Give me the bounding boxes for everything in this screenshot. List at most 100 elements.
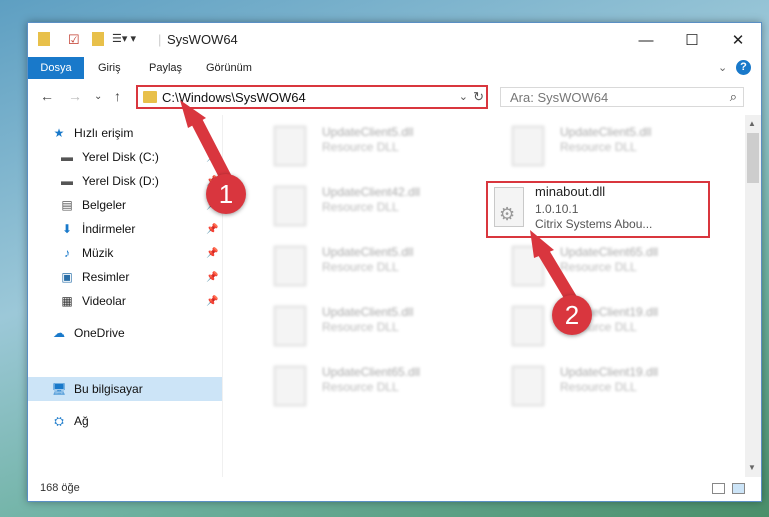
file-description: Resource DLL: [560, 140, 637, 154]
sidebar-item-label: Ağ: [74, 414, 89, 428]
ribbon-tabs: Dosya Giriş Paylaş Görünüm ⌄ ?: [28, 57, 761, 79]
file-description: Resource DLL: [322, 320, 399, 334]
list-item[interactable]: UpdateClient19.dll Resource DLL: [486, 301, 712, 353]
drive-icon: ▬: [61, 174, 73, 188]
list-item[interactable]: UpdateClient5.dll Resource DLL: [248, 301, 474, 353]
forward-arrow-icon[interactable]: →: [68, 88, 82, 104]
pin-icon[interactable]: 📌: [206, 248, 218, 259]
music-icon: ♪: [64, 246, 70, 260]
ribbon-expand-icon[interactable]: ⌄: [708, 57, 737, 79]
search-input[interactable]: Ara: SysWOW64 ⌕: [500, 87, 744, 107]
dll-file-icon: [512, 126, 544, 166]
navigation-pane: ★ Hızlı erişim ▬ Yerel Disk (C:) 📌 ▬ Yer…: [28, 115, 222, 477]
dll-file-icon: [512, 246, 544, 286]
sidebar-item-documents[interactable]: ▤ Belgeler 📌: [28, 193, 222, 217]
file-name: UpdateClient5.dll: [560, 125, 652, 139]
title-bar: ☑ ☰▾ ▾ | SysWOW64 — ☐ ✕: [28, 23, 761, 57]
vertical-scrollbar[interactable]: ▲ ▼: [745, 115, 761, 477]
callout-badge-1: 1: [206, 174, 246, 214]
file-name: UpdateClient65.dll: [322, 365, 421, 379]
dll-file-icon: [274, 186, 306, 226]
sidebar-item-label: Resimler: [82, 270, 130, 284]
back-arrow-icon[interactable]: ←: [40, 88, 54, 104]
sidebar-item-label: Yerel Disk (D:): [82, 174, 159, 188]
new-folder-icon[interactable]: [92, 32, 104, 49]
file-description: Resource DLL: [322, 140, 399, 154]
callout-badge-2: 2: [552, 295, 592, 335]
sidebar-item-pictures[interactable]: ▣ Resimler 📌: [28, 265, 222, 289]
window-title: SysWOW64: [167, 32, 238, 47]
pin-icon[interactable]: 📌: [206, 224, 218, 235]
sidebar-item-disk-d[interactable]: ▬ Yerel Disk (D:) 📌: [28, 169, 222, 193]
customize-toolbar-icon[interactable]: ☰▾ ▾: [112, 32, 136, 45]
sidebar-item-this-pc[interactable]: 🖥 Bu bilgisayar: [28, 377, 222, 401]
tiles-view-icon[interactable]: [732, 483, 745, 494]
address-path: C:\Windows\SysWOW64: [162, 90, 306, 105]
file-description: Resource DLL: [322, 260, 399, 274]
search-icon[interactable]: ⌕: [730, 89, 737, 105]
tab-view[interactable]: Görünüm: [196, 57, 262, 79]
pin-icon[interactable]: 📌: [206, 272, 218, 283]
sidebar-item-label: Hızlı erişim: [74, 126, 134, 140]
maximize-button[interactable]: ☐: [669, 23, 715, 57]
properties-icon[interactable]: ☑: [68, 32, 80, 48]
list-item[interactable]: UpdateClient19.dll Resource DLL: [486, 361, 712, 413]
list-item[interactable]: UpdateClient5.dll Resource DLL: [486, 121, 712, 173]
details-view-icon[interactable]: [712, 483, 725, 494]
sidebar-item-label: OneDrive: [74, 326, 125, 340]
tab-file[interactable]: Dosya: [28, 57, 84, 79]
file-explorer-window: ☑ ☰▾ ▾ | SysWOW64 — ☐ ✕ Dosya Giriş Payl…: [27, 22, 762, 502]
help-button[interactable]: ?: [736, 60, 751, 75]
recent-locations-icon[interactable]: ⌄: [94, 91, 102, 102]
file-name: UpdateClient5.dll: [322, 245, 414, 259]
sidebar-item-downloads[interactable]: ⬇ İndirmeler 📌: [28, 217, 222, 241]
pin-icon[interactable]: 📌: [206, 296, 218, 307]
list-item[interactable]: UpdateClient5.dll Resource DLL: [248, 121, 474, 173]
list-item[interactable]: UpdateClient65.dll Resource DLL: [486, 241, 712, 293]
list-item[interactable]: UpdateClient65.dll Resource DLL: [248, 361, 474, 413]
navigation-bar: ← → ⌄ ↑ C:\Windows\SysWOW64 ⌄ ↻ Ara: Sys…: [28, 79, 761, 116]
sidebar-item-label: Videolar: [82, 294, 126, 308]
cloud-icon: ☁: [53, 326, 65, 340]
sidebar-item-music[interactable]: ♪ Müzik 📌: [28, 241, 222, 265]
sidebar-item-onedrive[interactable]: ☁ OneDrive: [28, 321, 222, 345]
sidebar-item-videos[interactable]: ▦ Videolar 📌: [28, 289, 222, 313]
gear-icon: ⚙: [499, 204, 516, 224]
search-placeholder: Ara: SysWOW64: [510, 90, 609, 105]
scroll-thumb[interactable]: [747, 133, 759, 183]
dll-file-icon: [274, 306, 306, 346]
pin-icon[interactable]: 📌: [206, 152, 218, 163]
file-description: Resource DLL: [322, 200, 399, 214]
computer-icon: 🖥: [51, 382, 67, 396]
tab-share[interactable]: Paylaş: [139, 57, 192, 79]
list-item[interactable]: UpdateClient5.dll Resource DLL: [248, 241, 474, 293]
file-name: UpdateClient5.dll: [322, 305, 414, 319]
file-description: Citrix Systems Abou...: [535, 217, 653, 231]
scroll-down-icon[interactable]: ▼: [748, 463, 756, 472]
video-icon: ▦: [61, 294, 73, 308]
minimize-button[interactable]: —: [623, 23, 669, 57]
list-item[interactable]: UpdateClient42.dll Resource DLL: [248, 181, 474, 233]
document-icon: ▤: [61, 198, 73, 212]
sidebar-item-quick-access[interactable]: ★ Hızlı erişim: [28, 121, 222, 145]
scroll-up-icon[interactable]: ▲: [748, 119, 756, 128]
address-dropdown-icon[interactable]: ⌄: [459, 90, 468, 103]
dll-file-icon: ⚙: [494, 187, 524, 227]
address-bar[interactable]: C:\Windows\SysWOW64 ⌄ ↻: [136, 85, 488, 109]
file-name: minabout.dll: [535, 184, 606, 199]
star-icon: ★: [53, 126, 65, 140]
highlighted-file-item[interactable]: ⚙ minabout.dll 1.0.10.1 Citrix Systems A…: [486, 181, 710, 238]
sidebar-item-label: Belgeler: [82, 198, 127, 212]
tab-home[interactable]: Giriş: [88, 57, 131, 79]
sidebar-item-network[interactable]: ⛭ Ağ: [28, 409, 222, 433]
refresh-icon[interactable]: ↻: [473, 89, 484, 105]
folder-icon: [38, 32, 50, 49]
up-arrow-icon[interactable]: ↑: [114, 88, 121, 104]
title-separator: |: [158, 32, 162, 47]
dll-file-icon: [512, 366, 544, 406]
close-button[interactable]: ✕: [715, 23, 761, 57]
file-description: Resource DLL: [322, 380, 399, 394]
sidebar-item-label: Bu bilgisayar: [74, 382, 143, 396]
file-description: Resource DLL: [560, 380, 637, 394]
sidebar-item-disk-c[interactable]: ▬ Yerel Disk (C:) 📌: [28, 145, 222, 169]
